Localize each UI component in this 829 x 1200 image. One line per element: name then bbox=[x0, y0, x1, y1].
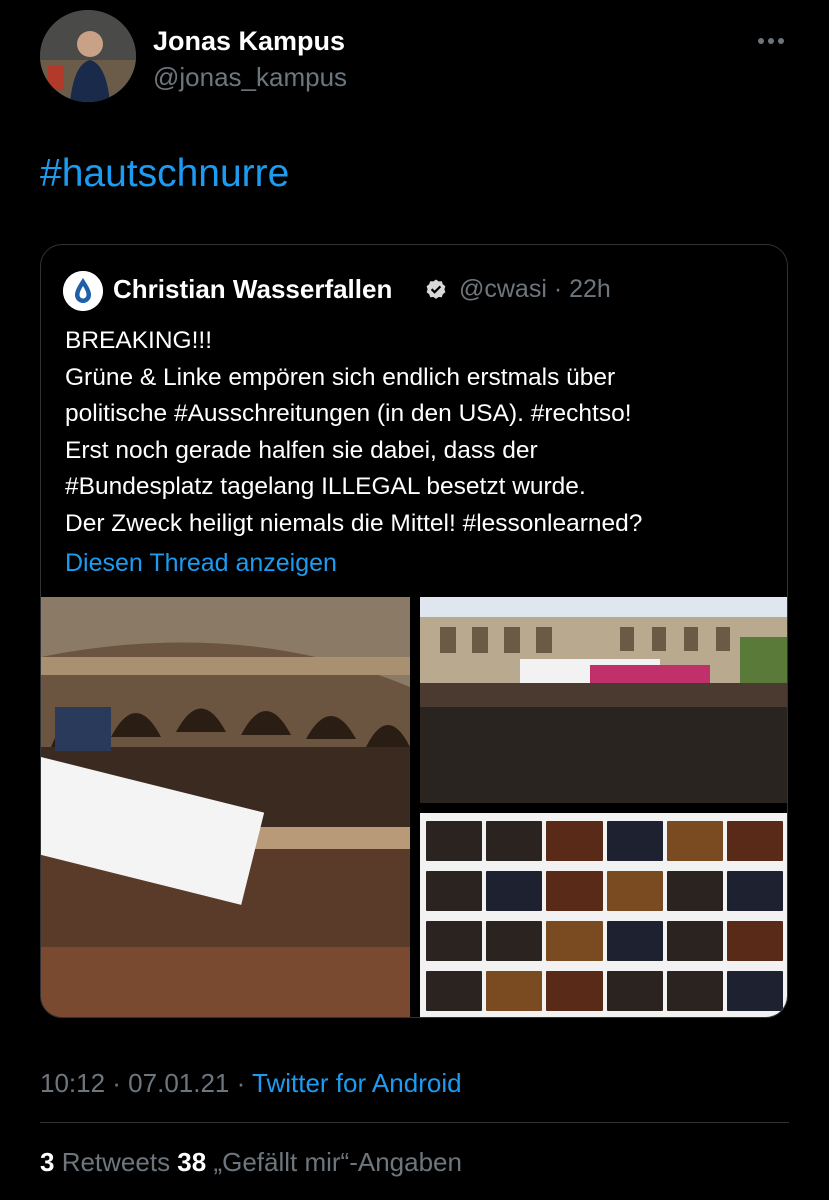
water-drop-logo[interactable] bbox=[63, 271, 103, 311]
client-link[interactable]: Twitter for Android bbox=[252, 1068, 462, 1098]
author-name[interactable]: Jonas Kampus bbox=[153, 26, 345, 57]
timestamp-text: 10:12 · 07.01.21 · bbox=[40, 1068, 253, 1098]
text-line: Grüne & Linke empören sich endlich erstm… bbox=[65, 363, 616, 391]
quoted-author-name[interactable]: Christian Wasserfallen bbox=[113, 274, 392, 305]
photo-search-results-collage[interactable] bbox=[420, 813, 787, 1017]
likes-label[interactable]: „Gefällt mir“-Angaben bbox=[206, 1147, 462, 1177]
text-line: politische #Ausschreitungen (in den USA)… bbox=[65, 400, 632, 427]
quoted-tweet-card[interactable]: Christian Wasserfallen @cwasi · 22h BREA… bbox=[40, 244, 788, 1018]
media-gallery bbox=[41, 597, 787, 1017]
likes-count[interactable]: 38 bbox=[177, 1147, 206, 1177]
photo-parliament[interactable] bbox=[41, 597, 410, 1017]
text-line: BREAKING!!! bbox=[65, 327, 213, 354]
retweets-count[interactable]: 3 bbox=[40, 1147, 54, 1177]
verified-icon bbox=[424, 278, 448, 302]
quoted-tweet-text: BREAKING!!! Grüne & Linke empören sich e… bbox=[65, 323, 780, 542]
tweet-timestamp[interactable]: 10:12 · 07.01.21 · Twitter for Android bbox=[40, 1068, 462, 1099]
text-line: Der Zweck heiligt niemals die Mittel! #l… bbox=[65, 509, 643, 537]
engagement-stats: 3 Retweets 38 „Gefällt mir“-Angaben bbox=[40, 1147, 462, 1178]
image-grid bbox=[426, 821, 783, 1011]
more-icon[interactable] bbox=[755, 28, 787, 52]
tweet-hashtag-link[interactable]: #hautschnurre bbox=[40, 152, 289, 196]
photo-bundesplatz[interactable] bbox=[420, 597, 787, 803]
text-line: Erst noch gerade halfen sie dabei, dass … bbox=[65, 436, 538, 464]
author-avatar[interactable] bbox=[40, 10, 136, 102]
text-line: #Bundesplatz tagelang ILLEGAL besetzt wu… bbox=[65, 473, 586, 500]
divider bbox=[40, 1122, 789, 1123]
author-handle[interactable]: @jonas_kampus bbox=[153, 62, 347, 93]
show-thread-link[interactable]: Diesen Thread anzeigen bbox=[65, 549, 337, 578]
retweets-label[interactable]: Retweets bbox=[54, 1147, 177, 1177]
quoted-handle-time[interactable]: @cwasi · 22h bbox=[459, 275, 611, 304]
